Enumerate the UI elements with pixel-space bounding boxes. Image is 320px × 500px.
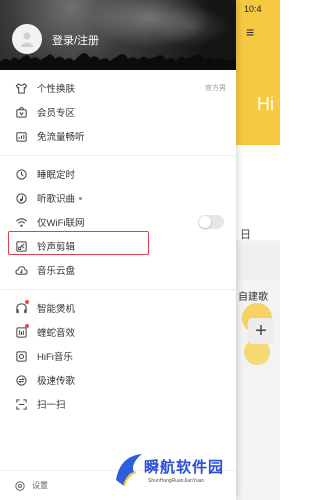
divider [0,289,236,290]
default-avatar-icon [20,32,34,47]
notification-dot [25,324,29,328]
watermark-subtitle: ShunHangRuanJianYuan [148,478,205,484]
menu-item-viper-sound[interactable]: 蝰蛇音效 [0,320,236,344]
clock-icon [14,167,28,181]
menu-item-label: 铃声剪辑 [37,242,76,253]
build-playlist-label: 自建歌 [238,292,268,303]
menu-item-song-recognition[interactable]: 听歌识曲 [0,186,236,210]
screen: 10:4 ≡ Hi 日 自建歌 + 登录/注册 个性换肤 官方男 会员专区 免流… [0,0,280,500]
watermark-logo-icon [116,454,142,487]
avatar[interactable] [12,24,42,54]
menu-item-music-cloud[interactable]: 音乐云盘 [0,258,236,282]
menu-item-sleep-timer[interactable]: 睡眠定时 [0,162,236,186]
menu-item-free-data[interactable]: 免流量畅听 [0,124,236,148]
profile-header[interactable]: 登录/注册 [0,0,236,70]
drawer-menu: 个性换肤 官方男 会员专区 免流量畅听 睡眠定时 听歌识曲 仅WiFi联网 铃声… [0,70,236,416]
status-clock: 10:4 [244,4,262,14]
music-search-icon [14,191,28,205]
greeting-text: Hi [257,94,274,114]
menu-item-label: 会员专区 [37,108,76,119]
menu-item-label: 免流量畅听 [37,132,85,143]
tshirt-icon [14,81,28,95]
transfer-icon [14,373,28,387]
menu-item-fast-transfer[interactable]: 极速传歌 [0,368,236,392]
data-card-icon [14,129,28,143]
menu-item-hifi-music[interactable]: HiFi音乐 [0,344,236,368]
current-skin-label: 官方男 [205,85,226,92]
menu-item-label: 蝰蛇音效 [37,328,76,339]
menu-item-label: 仅WiFi联网 [37,218,85,229]
menu-item-label: 音乐云盘 [37,266,76,277]
menu-item-label: HiFi音乐 [37,352,73,363]
toggle-knob [199,216,211,228]
divider [0,155,236,156]
menu-item-label: 听歌识曲 [37,194,76,205]
vip-bag-icon [14,105,28,119]
background-gap [236,246,280,280]
menu-item-wifi-only[interactable]: 仅WiFi联网 [0,210,236,234]
menu-item-skin[interactable]: 个性换肤 官方男 [0,76,236,100]
wifi-icon [14,215,28,229]
menu-item-label: 个性换肤 [37,84,76,95]
menu-item-smart-burn-in[interactable]: 智能煲机 [0,296,236,320]
menu-item-label: 智能煲机 [37,304,76,315]
stage-light-2 [150,6,230,46]
ringtone-scissors-icon [14,239,28,253]
watermark-title: 瞬航软件园 [144,459,225,476]
scan-icon [14,397,28,411]
notification-dot [25,300,29,304]
menu-item-vip[interactable]: 会员专区 [0,100,236,124]
login-register-link[interactable]: 登录/注册 [52,32,99,48]
hifi-icon [14,349,28,363]
recent-label: 日 [240,229,251,241]
headphones-icon [14,300,29,315]
cloud-music-icon [14,263,28,277]
side-drawer: 登录/注册 个性换肤 官方男 会员专区 免流量畅听 睡眠定时 听歌识曲 仅WiF… [0,0,236,500]
menu-item-ringtone-editor[interactable]: 铃声剪辑 [0,234,236,258]
menu-item-scan[interactable]: 扫一扫 [0,392,236,416]
settings-label: 设置 [32,481,48,490]
equalizer-icon [14,324,29,339]
menu-item-label: 扫一扫 [37,400,66,411]
menu-item-label: 极速传歌 [37,376,76,387]
wifi-only-toggle[interactable] [198,215,224,229]
add-playlist-button[interactable]: + [248,318,274,344]
background-app: 10:4 ≡ Hi 日 自建歌 + [236,0,280,500]
menu-item-label: 睡眠定时 [37,170,76,181]
new-badge [79,196,83,200]
watermark: 瞬航软件园 ShunHangRuanJianYuan [112,448,262,496]
gear-icon [14,480,26,492]
menu-icon[interactable]: ≡ [246,24,254,40]
